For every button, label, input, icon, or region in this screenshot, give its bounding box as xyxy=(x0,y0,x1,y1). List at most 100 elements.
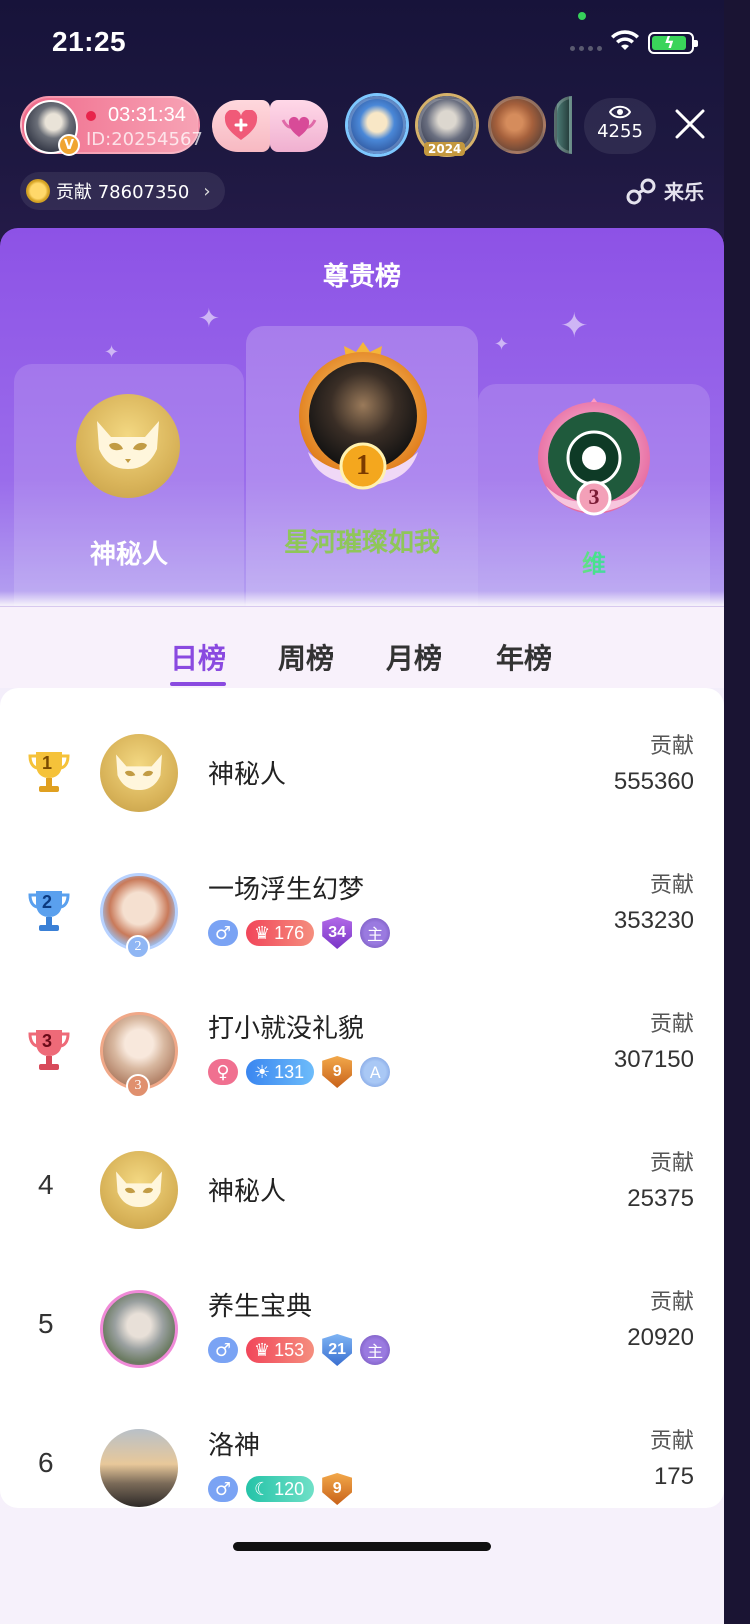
contribution-label: 贡献 xyxy=(649,1012,694,1037)
level-value: 176 xyxy=(274,922,305,943)
table-row[interactable]: 5 养生宝典 ♂ ♛ 153 21 主 贡献 20920 xyxy=(0,1260,724,1399)
podium-second[interactable] xyxy=(14,364,244,614)
user-name: 洛神 xyxy=(208,1431,261,1461)
fan-level-shield: 9 xyxy=(322,1056,353,1088)
moon-icon: ☾ xyxy=(254,1478,271,1499)
tab-yearly[interactable]: 年榜 xyxy=(496,637,552,677)
wealth-level-badge: ♛ 153 xyxy=(246,1337,315,1363)
host-info-pill[interactable]: V 03:31:34 ID:20254567 xyxy=(20,96,203,156)
podium-first-name: 星河璀璨如我 xyxy=(283,528,440,558)
contribution-label: 贡献 xyxy=(649,1290,694,1315)
table-row[interactable]: 1 神秘人 贡献 555360 xyxy=(0,704,724,843)
rank-badge: 3 xyxy=(588,484,600,509)
level-value: 120 xyxy=(274,1478,305,1499)
rank-number: 3 xyxy=(42,1031,53,1051)
viewer-avatar[interactable] xyxy=(488,96,546,154)
eye-icon xyxy=(609,105,631,119)
viewer-avatar[interactable] xyxy=(348,96,406,154)
anonymous-avatar[interactable] xyxy=(100,1151,178,1229)
tab-daily[interactable]: 日榜 xyxy=(170,637,226,677)
rank-number: 1 xyxy=(42,753,53,773)
active-tab-indicator xyxy=(170,682,226,686)
rank-number: 2 xyxy=(42,892,53,912)
cellular-signal-icon xyxy=(570,46,602,51)
year-badge: 2024 xyxy=(424,142,466,156)
table-row[interactable]: 3 3 打小就没礼貌 ♀ ☀ 131 9 A 贡献 307150 xyxy=(0,982,724,1121)
winged-heart-icon xyxy=(281,116,317,137)
user-avatar[interactable] xyxy=(100,1290,178,1368)
contribution-value: 175 xyxy=(653,1463,694,1490)
rank-number: 4 xyxy=(38,1169,54,1200)
rank-number: 6 xyxy=(38,1447,54,1478)
contribution-pill[interactable]: 贡献 78607350 › xyxy=(20,172,225,210)
user-name: 神秘人 xyxy=(208,1177,287,1207)
panel-title: 尊贵榜 xyxy=(322,262,401,292)
verified-badge: V xyxy=(58,134,80,156)
contribution-label: 贡献 xyxy=(649,1151,694,1176)
wealth-level-badge: ☀ 131 xyxy=(246,1059,315,1085)
avatar-rank-badge: 2 xyxy=(126,935,150,959)
tab-weekly[interactable]: 周榜 xyxy=(278,637,334,677)
close-icon[interactable] xyxy=(672,106,708,142)
table-row[interactable]: 4 神秘人 贡献 25375 xyxy=(0,1121,724,1260)
live-timer: 03:31:34 xyxy=(108,104,186,126)
user-tags: ♀ ☀ 131 9 A xyxy=(208,1056,391,1088)
fan-club-button[interactable] xyxy=(270,100,328,152)
viewer-avatar[interactable] xyxy=(554,96,572,154)
contribution-value: 25375 xyxy=(627,1185,694,1212)
user-name: 神秘人 xyxy=(208,760,287,790)
ranking-list: 1 神秘人 贡献 555360 2 2 一场浮生幻梦 ♂ ♛ 176 34 主 … xyxy=(0,688,724,1508)
sparkle-icon: ✦ xyxy=(198,304,220,334)
status-time: 21:25 xyxy=(52,26,127,57)
user-name: 养生宝典 xyxy=(208,1292,313,1322)
level-value: 153 xyxy=(274,1339,305,1360)
privacy-indicator xyxy=(578,12,586,20)
ranking-sheet: 尊贵榜 ✦ ✦ ✦ ✦ 1 3 神秘人 星河璀璨如我 维 日榜 周榜 月榜 年榜… xyxy=(0,228,724,1624)
battery-icon: ϟ xyxy=(648,32,698,54)
sparkle-icon: ✦ xyxy=(494,334,510,355)
tab-monthly[interactable]: 月榜 xyxy=(386,637,442,677)
home-indicator[interactable] xyxy=(233,1542,491,1551)
anonymous-avatar xyxy=(76,394,180,498)
table-row[interactable]: 2 2 一场浮生幻梦 ♂ ♛ 176 34 主 贡献 353230 xyxy=(0,843,724,982)
viewer-count-button[interactable]: 4255 xyxy=(584,98,656,154)
wealth-level-badge: ☾ 120 xyxy=(246,1476,315,1502)
contribution-value: 307150 xyxy=(613,1046,694,1073)
female-icon: ♀ xyxy=(208,1059,238,1085)
fox-mask-icon xyxy=(116,754,162,791)
contribution-total: 贡献 78607350 xyxy=(56,182,190,203)
fan-level-shield: 34 xyxy=(322,917,353,949)
crown-icon: ♛ xyxy=(254,1339,271,1360)
user-tags: ♂ ♛ 176 34 主 xyxy=(208,917,391,949)
chevron-right-icon: › xyxy=(203,180,211,202)
rank-badge: 1 xyxy=(356,450,370,481)
level-value: 131 xyxy=(274,1061,305,1082)
male-icon: ♂ xyxy=(208,1337,238,1363)
brand-logo: 来乐 xyxy=(626,176,704,205)
viewer-count: 4255 xyxy=(597,121,643,142)
follow-button[interactable] xyxy=(212,100,270,152)
contribution-label: 贡献 xyxy=(649,1429,694,1454)
brand-logo-icon xyxy=(626,178,656,204)
table-row[interactable]: 6 洛神 ♂ ☾ 120 9 贡献 175 xyxy=(0,1399,724,1508)
fan-level-shield: 21 xyxy=(322,1334,353,1366)
live-dot-icon xyxy=(86,111,96,121)
fox-mask-icon xyxy=(97,421,159,469)
user-name: 一场浮生幻梦 xyxy=(208,875,365,905)
male-icon: ♂ xyxy=(208,920,238,946)
podium-third[interactable]: 3 xyxy=(478,384,710,616)
user-tags: ♂ ☾ 120 9 xyxy=(208,1473,353,1505)
coin-icon xyxy=(26,179,50,203)
user-avatar[interactable] xyxy=(100,1429,178,1507)
rank-number: 5 xyxy=(38,1308,54,1339)
user-tags: ♂ ♛ 153 21 主 xyxy=(208,1334,391,1366)
podium-second-name: 神秘人 xyxy=(89,540,168,570)
guard-badge: 主 xyxy=(360,918,391,948)
podium-first[interactable]: 1 xyxy=(246,326,478,616)
bottom-safe-area xyxy=(0,1508,724,1624)
wifi-icon xyxy=(611,30,639,50)
contribution-label: 贡献 xyxy=(649,873,694,898)
wealth-level-badge: ♛ 176 xyxy=(246,920,315,946)
anonymous-avatar[interactable] xyxy=(100,734,178,812)
sparkle-icon: ✦ xyxy=(104,342,120,363)
